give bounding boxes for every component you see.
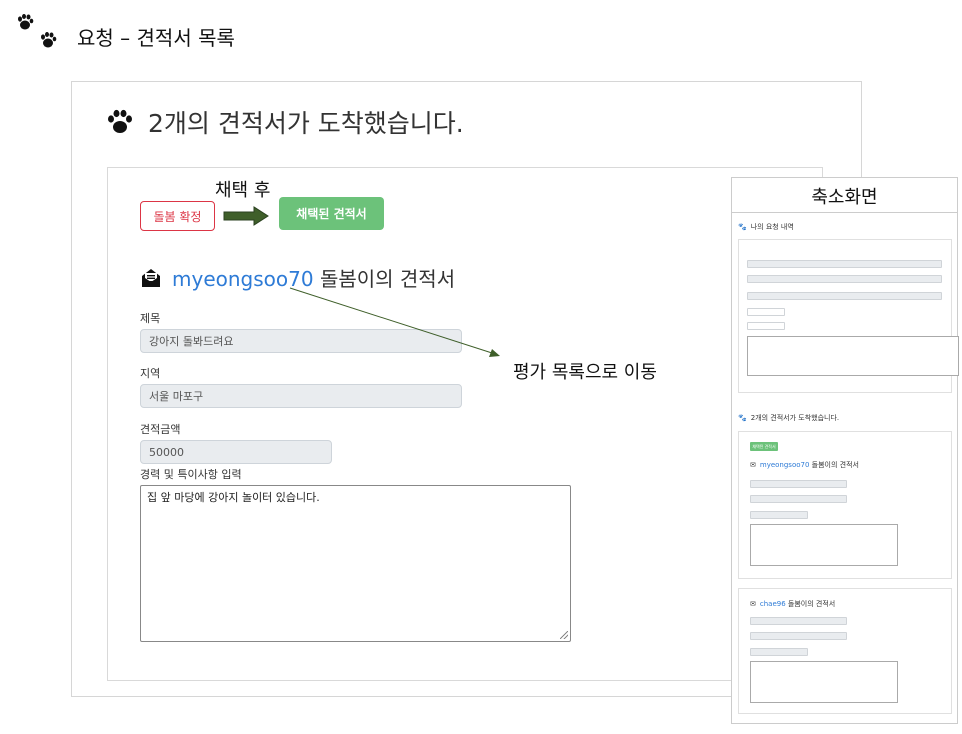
thumb-user: chae96	[759, 600, 786, 608]
quote-user-link[interactable]: myeongsoo70	[172, 267, 314, 291]
paws-logo-icon	[18, 14, 57, 48]
thumb-input	[750, 511, 808, 519]
thumb-quote-title: ✉ myeongsoo70 돌봄이의 견적서	[750, 460, 859, 470]
quote-suffix: 돌봄이의 견적서	[319, 267, 456, 291]
thumb-textarea	[750, 524, 898, 566]
thumb-quote-section-2: ✉ chae96 돌봄이의 견적서	[738, 588, 952, 714]
confirm-care-button[interactable]: 돌봄 확정	[140, 201, 215, 231]
title-label: 제목	[140, 312, 161, 325]
thumbnail-panel: 🐾 나의 요청 내역 🐾 2개의 견적서가 도착했습니다. 채택된 견적서 ✉ my…	[731, 212, 959, 724]
price-field[interactable]: 50000	[140, 440, 332, 464]
thumb-user: myeongsoo70	[759, 461, 810, 469]
thumb-selected-button: 채택된 견적서	[750, 442, 778, 451]
thumb-section2-text: 2개의 견적서가 도착했습니다.	[750, 414, 840, 422]
envelope-icon: ✉	[750, 461, 756, 469]
price-label: 견적금액	[140, 423, 181, 436]
paw-icon	[108, 109, 132, 133]
region-field[interactable]: 서울 마포구	[140, 384, 462, 408]
region-label: 지역	[140, 367, 161, 380]
thumb-textarea	[750, 661, 898, 703]
after-select-label: 채택 후	[215, 180, 271, 201]
notes-textarea[interactable]: 집 앞 마당에 강아지 놀이터 있습니다.	[140, 485, 571, 642]
thumb-input	[747, 292, 942, 300]
thumb-input	[750, 480, 847, 488]
thumb-input	[747, 260, 942, 268]
quotes-heading: 2개의 견적서가 도착했습니다.	[106, 104, 464, 140]
selected-quote-button[interactable]: 채택된 견적서	[279, 197, 384, 230]
thumb-input	[750, 648, 808, 656]
thumb-input	[750, 632, 847, 640]
thumb-date	[747, 308, 785, 316]
envelope-icon: ✉	[750, 600, 756, 608]
thumb-section1-text: 나의 요청 내역	[750, 223, 794, 231]
notes-label: 경력 및 특이사항 입력	[140, 468, 242, 481]
thumb-textarea	[747, 336, 959, 376]
thumb-quote-section-1: 채택된 견적서 ✉ myeongsoo70 돌봄이의 견적서	[738, 431, 952, 579]
thumb-request-section	[738, 239, 959, 393]
thumb-date	[747, 322, 785, 330]
thumb-label	[747, 254, 748, 259]
move-to-review-label: 평가 목록으로 이동	[513, 362, 657, 383]
resize-handle-icon[interactable]	[560, 631, 568, 639]
thumbnail-title: 축소화면	[731, 177, 958, 214]
thumb-quote-title: ✉ chae96 돌봄이의 견적서	[750, 599, 835, 609]
notes-text: 집 앞 마당에 강아지 놀이터 있습니다.	[147, 491, 320, 504]
right-arrow-icon	[223, 206, 269, 226]
paw-icon: 🐾	[738, 223, 747, 231]
thumb-input	[750, 495, 847, 503]
thumb-section1-heading: 🐾 나의 요청 내역	[738, 222, 794, 232]
page-title: 요청 – 견적서 목록	[77, 26, 235, 50]
thumb-select	[747, 275, 942, 283]
envelope-open-icon	[142, 268, 160, 287]
thumb-suffix: 돌봄이의 견적서	[787, 600, 836, 608]
title-field[interactable]: 강아지 돌봐드려요	[140, 329, 462, 353]
quote-title: myeongsoo70 돌봄이의 견적서	[140, 263, 455, 292]
thumb-section2-heading: 🐾 2개의 견적서가 도착했습니다.	[738, 413, 839, 423]
thumb-suffix: 돌봄이의 견적서	[811, 461, 859, 469]
thumb-input	[750, 617, 847, 625]
paw-icon: 🐾	[738, 414, 747, 422]
quotes-heading-text: 2개의 견적서가 도착했습니다.	[148, 109, 464, 138]
